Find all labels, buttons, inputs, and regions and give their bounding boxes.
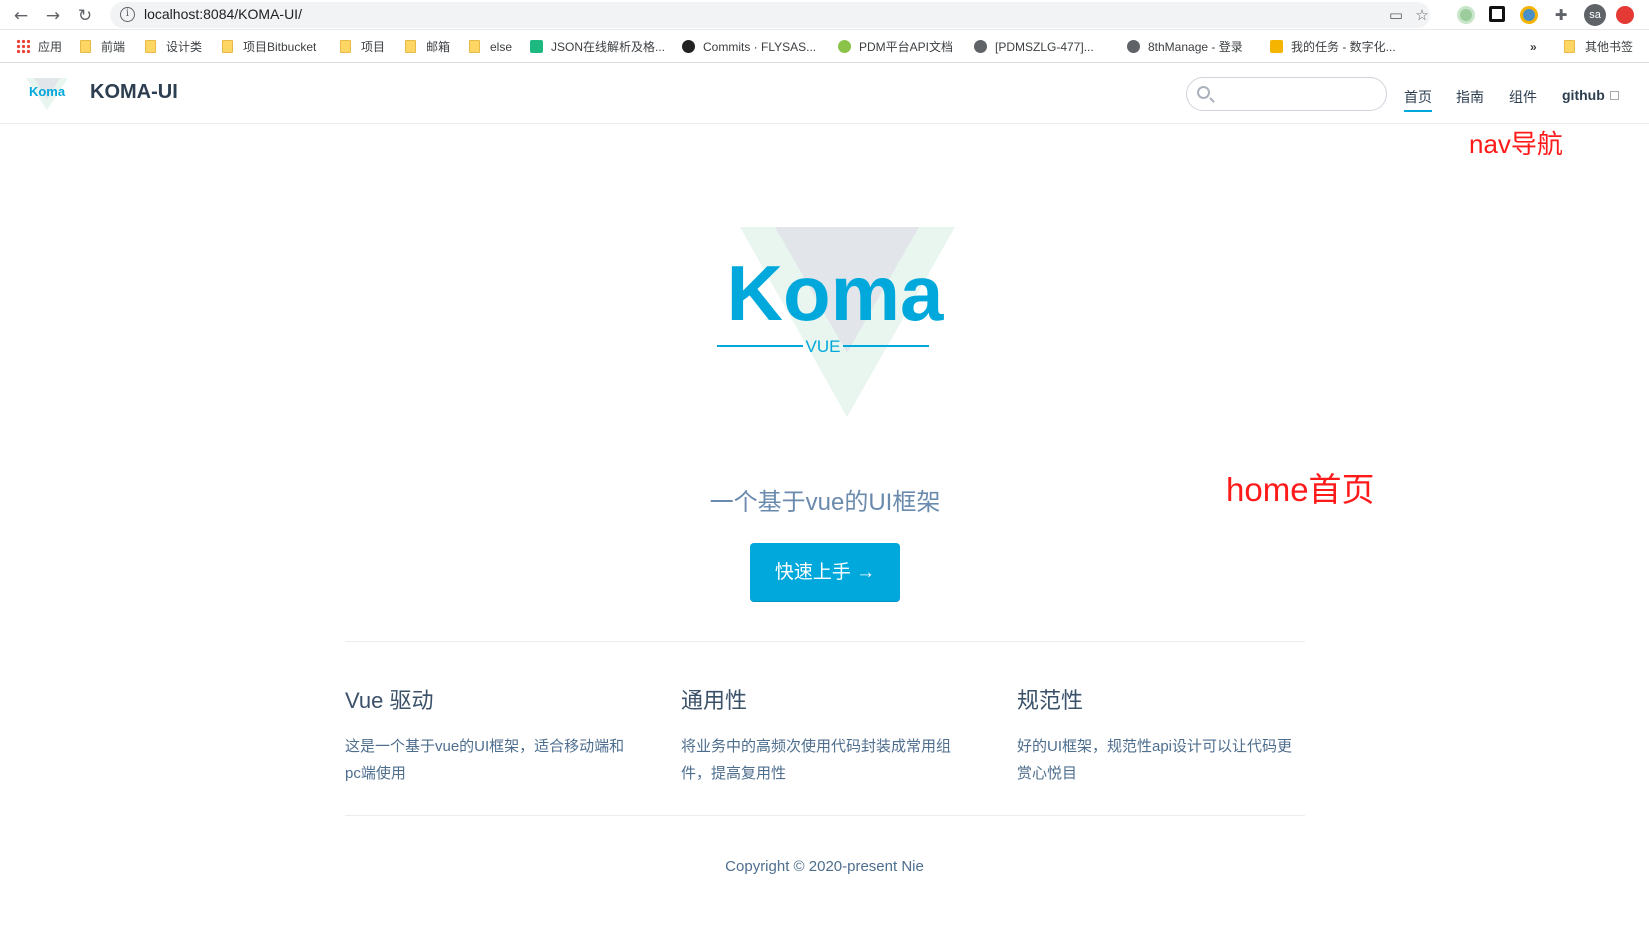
bookmark-folder[interactable]: 前端 [80, 39, 125, 55]
footer-copyright: Copyright © 2020-present Nie [725, 858, 924, 875]
site-name[interactable]: KOMA-UI [90, 81, 178, 104]
bookmark-json[interactable]: JSON在线解析及格... [530, 39, 665, 55]
bookmark-star-icon[interactable]: ☆ [1412, 6, 1432, 24]
globe-icon [974, 40, 987, 53]
folder-icon [145, 40, 156, 53]
site-navbar: Koma KOMA-UI 首页 指南 组件 github [0, 64, 1649, 124]
hero-logo-text: Koma [727, 249, 944, 337]
get-started-button[interactable]: 快速上手 → [750, 543, 900, 602]
bookmark-jira[interactable]: [PDMSZLG-477]... [974, 39, 1094, 55]
bookmark-apps[interactable]: 应用 [16, 39, 62, 55]
folder-icon [222, 40, 233, 53]
more-bookmarks-chevron-icon[interactable]: » [1530, 39, 1537, 55]
browser-toolbar: ← → ↻ i localhost:8084/KOMA-UI/ ▭ ☆ ✚ sa [0, 0, 1649, 30]
feature-details: 好的UI框架，规范性api设计可以让代码更赏心悦目 [1017, 738, 1293, 782]
bookmark-pdm[interactable]: PDM平台API文档 [838, 39, 953, 55]
bookmark-folder[interactable]: 邮箱 [405, 39, 450, 55]
folder-icon [80, 40, 91, 53]
search-icon [1197, 86, 1210, 99]
address-bar[interactable]: i localhost:8084/KOMA-UI/ ▭ ☆ [110, 2, 1430, 28]
feature-title: Vue 驱动 [345, 688, 434, 713]
feature-card: 通用性 将业务中的高频次使用代码封装成常用组件，提高复用性 [681, 683, 971, 787]
forward-arrow-icon[interactable]: → [42, 5, 64, 27]
bookmark-folder[interactable]: 项目 [340, 39, 385, 55]
feature-card: 规范性 好的UI框架，规范性api设计可以让代码更赏心悦目 [1017, 683, 1307, 787]
extension-green-icon[interactable] [1457, 6, 1475, 24]
folder-icon [1564, 40, 1575, 53]
folder-icon [405, 40, 416, 53]
profile-avatar[interactable]: sa [1584, 4, 1606, 26]
bookmark-folder[interactable]: 设计类 [145, 39, 202, 55]
extension-qr-icon[interactable] [1489, 6, 1505, 22]
site-logo[interactable]: Koma [24, 76, 70, 110]
extensions-puzzle-icon[interactable]: ✚ [1551, 6, 1571, 24]
home-annotation: home首页 [1226, 471, 1375, 508]
back-arrow-icon[interactable]: ← [10, 5, 32, 27]
bookmark-folder[interactable]: 项目Bitbucket [222, 39, 316, 55]
hero-logo-subtext: VUE [806, 337, 841, 356]
feature-details: 这是一个基于vue的UI框架，适合移动端和pc端使用 [345, 738, 625, 782]
external-link-icon [1609, 91, 1619, 100]
site-info-icon[interactable]: i [120, 7, 135, 22]
hero-tagline: 一个基于vue的UI框架 [709, 489, 941, 516]
reload-icon[interactable]: ↻ [74, 5, 96, 27]
nav-link-guide[interactable]: 指南 [1456, 87, 1484, 107]
cast-icon[interactable]: ▭ [1386, 6, 1406, 24]
bookmark-tasks[interactable]: 我的任务 - 数字化... [1270, 39, 1396, 55]
feature-card: Vue 驱动 这是一个基于vue的UI框架，适合移动端和pc端使用 [345, 683, 635, 787]
task-icon [1270, 40, 1283, 53]
nav-link-github-label: github [1562, 87, 1605, 103]
feature-title: 规范性 [1017, 688, 1084, 713]
nav-link-home[interactable]: 首页 [1404, 87, 1432, 112]
feature-title: 通用性 [681, 688, 748, 713]
divider [345, 815, 1305, 816]
globe-icon [1127, 40, 1140, 53]
search-input[interactable] [1186, 77, 1387, 111]
globe-icon [838, 40, 851, 53]
url-text[interactable]: localhost:8084/KOMA-UI/ [144, 6, 302, 22]
bookmark-github[interactable]: Commits · FLYSAS... [682, 39, 816, 55]
bookmark-folder[interactable]: else [469, 39, 512, 55]
hero-logo: Koma VUE [717, 227, 955, 417]
site-logo-text: Koma [29, 84, 66, 99]
bookmark-other[interactable]: 其他书签 [1564, 39, 1633, 55]
folder-icon [469, 40, 480, 53]
nav-link-components[interactable]: 组件 [1509, 87, 1537, 107]
bookmarks-bar: 应用 前端 设计类 项目Bitbucket 项目 邮箱 else JSON在线解… [0, 31, 1649, 63]
feature-details: 将业务中的高频次使用代码封装成常用组件，提高复用性 [681, 738, 952, 782]
bookmark-8thmanage[interactable]: 8thManage - 登录 [1127, 39, 1243, 55]
json-icon [530, 40, 543, 53]
nav-annotation: nav导航 [1469, 129, 1563, 159]
update-icon[interactable] [1616, 6, 1634, 24]
github-icon [682, 40, 695, 53]
apps-icon [16, 39, 30, 53]
divider [345, 641, 1305, 642]
extension-cat-icon[interactable] [1520, 6, 1538, 24]
nav-link-github[interactable]: github [1562, 87, 1619, 103]
folder-icon [340, 40, 351, 53]
